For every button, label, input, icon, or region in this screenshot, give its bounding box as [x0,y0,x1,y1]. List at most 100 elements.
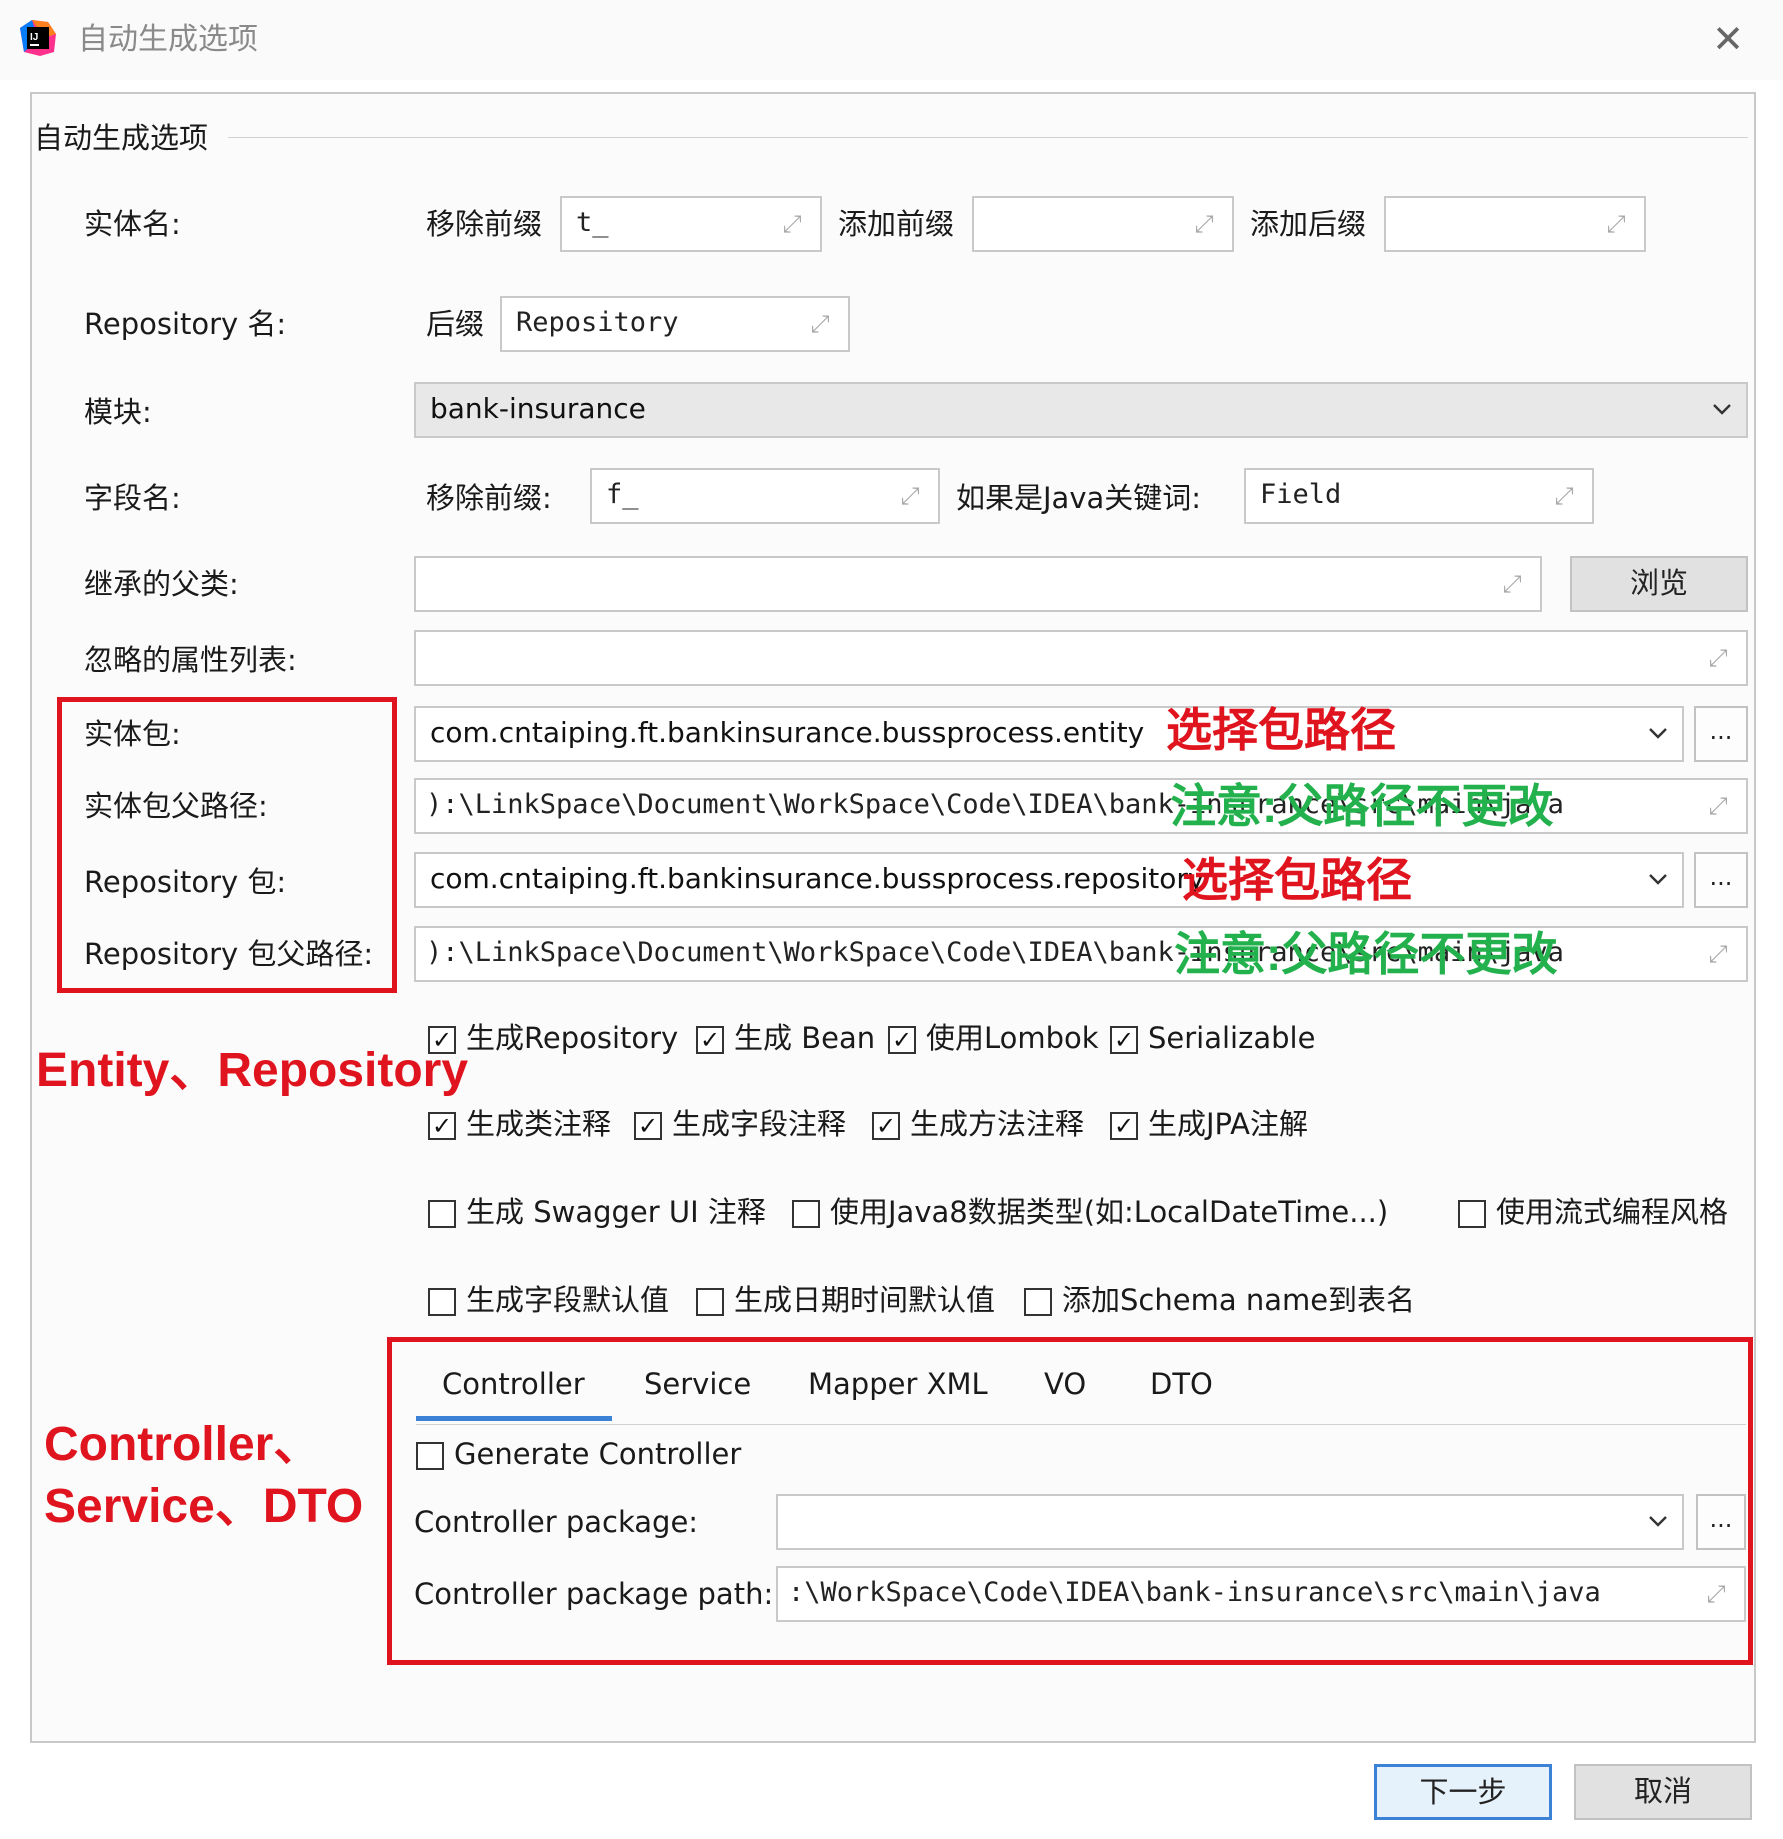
expand-icon[interactable]: ⤢ [1498,570,1526,598]
entity-package-more-button[interactable]: ... [1694,706,1748,762]
chevron-down-icon [1649,728,1667,739]
field-remove-prefix-value: f_ [606,479,639,510]
option-label: 使用Java8数据类型(如:LocalDateTime...) [830,1195,1389,1229]
controller-package-more-button[interactable]: ... [1696,1494,1746,1550]
checkbox-unchecked[interactable] [428,1200,456,1228]
field-remove-prefix-label: 移除前缀: [426,481,552,515]
entity-parent-path-label: 实体包父路径: [84,789,268,823]
java-keyword-input[interactable]: Field ⤢ [1244,468,1594,524]
expand-icon[interactable]: ⤢ [1704,644,1732,672]
option-fluent-style[interactable]: 使用流式编程风格 [1458,1192,1728,1232]
option-class-comment[interactable]: ✓ 生成类注释 [428,1104,611,1144]
repository-name-label: Repository 名: [84,307,287,341]
option-generate-repository[interactable]: ✓ 生成Repository [428,1018,678,1058]
checkbox-checked[interactable]: ✓ [634,1112,662,1140]
generate-controller-checkbox[interactable]: Generate Controller [416,1434,741,1474]
option-java8-types[interactable]: 使用Java8数据类型(如:LocalDateTime...) [792,1192,1388,1232]
controller-package-select[interactable] [776,1494,1684,1550]
expand-icon[interactable]: ⤢ [778,210,806,238]
field-name-label: 字段名: [84,481,181,515]
intellij-idea-icon: IJ [18,18,58,58]
checkbox-checked[interactable]: ✓ [1110,1026,1138,1054]
entity-remove-prefix-value: t_ [576,207,609,238]
expand-icon[interactable]: ⤢ [1602,210,1630,238]
checkbox-unchecked[interactable] [792,1200,820,1228]
title-bar [0,0,1783,80]
entity-remove-prefix-input[interactable]: t_ ⤢ [560,196,822,252]
controller-path-value: :\WorkSpace\Code\IDEA\bank-insurance\src… [788,1577,1601,1608]
entity-package-select[interactable]: com.cntaiping.ft.bankinsurance.bussproce… [414,706,1684,762]
tab-mapper-xml[interactable]: Mapper XML [808,1364,988,1404]
annotation-select-package-1: 选择包路径 [1166,704,1396,756]
add-suffix-label: 添加后缀 [1250,207,1367,241]
expand-icon[interactable]: ⤢ [896,482,924,510]
checkbox-checked[interactable]: ✓ [872,1112,900,1140]
annotation-select-package-2: 选择包路径 [1182,854,1412,906]
repository-suffix-value: Repository [516,307,679,338]
module-select[interactable]: bank-insurance [414,382,1748,438]
group-divider [228,137,1748,138]
checkbox-unchecked[interactable] [696,1288,724,1316]
next-button[interactable]: 下一步 [1374,1764,1552,1820]
option-jpa-annotation[interactable]: ✓ 生成JPA注解 [1110,1104,1308,1144]
checkbox-checked[interactable]: ✓ [696,1026,724,1054]
browse-button[interactable]: 浏览 [1570,556,1748,612]
expand-icon[interactable]: ⤢ [806,310,834,338]
option-swagger-comment[interactable]: 生成 Swagger UI 注释 [428,1192,766,1232]
option-label: 生成 Bean [734,1021,876,1055]
expand-icon[interactable]: ⤢ [1190,210,1218,238]
field-remove-prefix-input[interactable]: f_ ⤢ [590,468,940,524]
option-serializable[interactable]: ✓ Serializable [1110,1018,1315,1058]
cancel-button[interactable]: 取消 [1574,1764,1752,1820]
checkbox-unchecked[interactable] [428,1288,456,1316]
expand-icon[interactable]: ⤢ [1702,1580,1730,1608]
option-use-lombok[interactable]: ✓ 使用Lombok [888,1018,1099,1058]
option-generate-bean[interactable]: ✓ 生成 Bean [696,1018,875,1058]
close-icon[interactable]: ✕ [1705,16,1751,62]
parent-class-label: 继承的父类: [84,567,239,601]
ignore-props-input[interactable]: ⤢ [414,630,1748,686]
parent-class-input[interactable]: ⤢ [414,556,1542,612]
option-label: 生成类注释 [466,1107,612,1141]
checkbox-checked[interactable]: ✓ [428,1112,456,1140]
entity-add-suffix-input[interactable]: ⤢ [1384,196,1646,252]
tab-vo[interactable]: VO [1044,1364,1086,1404]
option-method-comment[interactable]: ✓ 生成方法注释 [872,1104,1084,1144]
repository-package-select[interactable]: com.cntaiping.ft.bankinsurance.bussproce… [414,852,1684,908]
option-label: 生成JPA注解 [1148,1107,1309,1141]
checkbox-checked[interactable]: ✓ [1110,1112,1138,1140]
option-field-comment[interactable]: ✓ 生成字段注释 [634,1104,846,1144]
java-keyword-label: 如果是Java关键词: [956,481,1202,515]
entity-add-prefix-input[interactable]: ⤢ [972,196,1234,252]
controller-path-label: Controller package path: [414,1577,774,1611]
window-title: 自动生成选项 [78,22,258,57]
option-label: 生成字段默认值 [466,1283,670,1317]
checkbox-unchecked[interactable] [416,1442,444,1470]
controller-path-input[interactable]: :\WorkSpace\Code\IDEA\bank-insurance\src… [776,1566,1746,1622]
option-field-default[interactable]: 生成字段默认值 [428,1280,669,1320]
entity-package-value: com.cntaiping.ft.bankinsurance.bussproce… [430,716,1145,749]
remove-prefix-label: 移除前缀 [426,207,543,241]
option-datetime-default[interactable]: 生成日期时间默认值 [696,1280,995,1320]
checkbox-unchecked[interactable] [1458,1200,1486,1228]
annotation-entity-repository: Entity、Repository [36,1044,469,1097]
svg-text:IJ: IJ [30,32,38,43]
checkbox-unchecked[interactable] [1024,1288,1052,1316]
entity-package-label: 实体包: [84,717,181,751]
tab-controller[interactable]: Controller [442,1364,585,1404]
tab-service[interactable]: Service [644,1364,751,1404]
expand-icon[interactable]: ⤢ [1704,792,1732,820]
expand-icon[interactable]: ⤢ [1550,482,1578,510]
repository-suffix-input[interactable]: Repository ⤢ [500,296,850,352]
checkbox-checked[interactable]: ✓ [428,1026,456,1054]
expand-icon[interactable]: ⤢ [1704,940,1732,968]
option-schema-name[interactable]: 添加Schema name到表名 [1024,1280,1415,1320]
checkbox-checked[interactable]: ✓ [888,1026,916,1054]
tab-dto[interactable]: DTO [1150,1364,1213,1404]
repository-package-more-button[interactable]: ... [1694,852,1748,908]
option-label: 生成字段注释 [672,1107,847,1141]
tab-divider [416,1424,1746,1425]
option-label: Serializable [1148,1021,1316,1055]
annotation-controller-service-dto-1: Controller、 [44,1418,322,1471]
option-label: 使用Lombok [926,1021,1099,1055]
